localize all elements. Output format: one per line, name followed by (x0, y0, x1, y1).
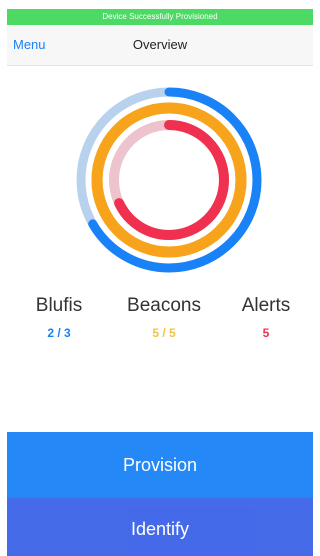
page-title: Overview (132, 37, 188, 52)
stat-value-beacons: 5 / 5 (152, 326, 176, 340)
stat-label-beacons: Beacons (127, 295, 201, 316)
stat-blufis: Blufis 2 / 3 (4, 294, 114, 342)
stat-beacons: Beacons 5 / 5 (109, 294, 219, 342)
stat-label-alerts: Alerts (241, 295, 291, 316)
stat-alerts: Alerts 5 (211, 294, 320, 342)
activity-rings (7, 65, 313, 290)
stat-value-blufis: 2 / 3 (47, 326, 71, 340)
status-banner: Device Successfully Provisioned (7, 9, 313, 25)
stat-value-alerts: 5 (262, 326, 270, 340)
overview-screen: Device Successfully Provisioned Menu Ove… (0, 0, 313, 556)
nav-bar: Menu Overview (7, 25, 313, 66)
provision-button[interactable]: Provision (7, 432, 313, 498)
stats-row: Blufis 2 / 3 Beacons 5 / 5 Alerts 5 (7, 290, 313, 350)
identify-button[interactable]: Identify (7, 498, 313, 556)
stat-label-blufis: Blufis (35, 295, 83, 316)
rings-svg (76, 87, 262, 273)
